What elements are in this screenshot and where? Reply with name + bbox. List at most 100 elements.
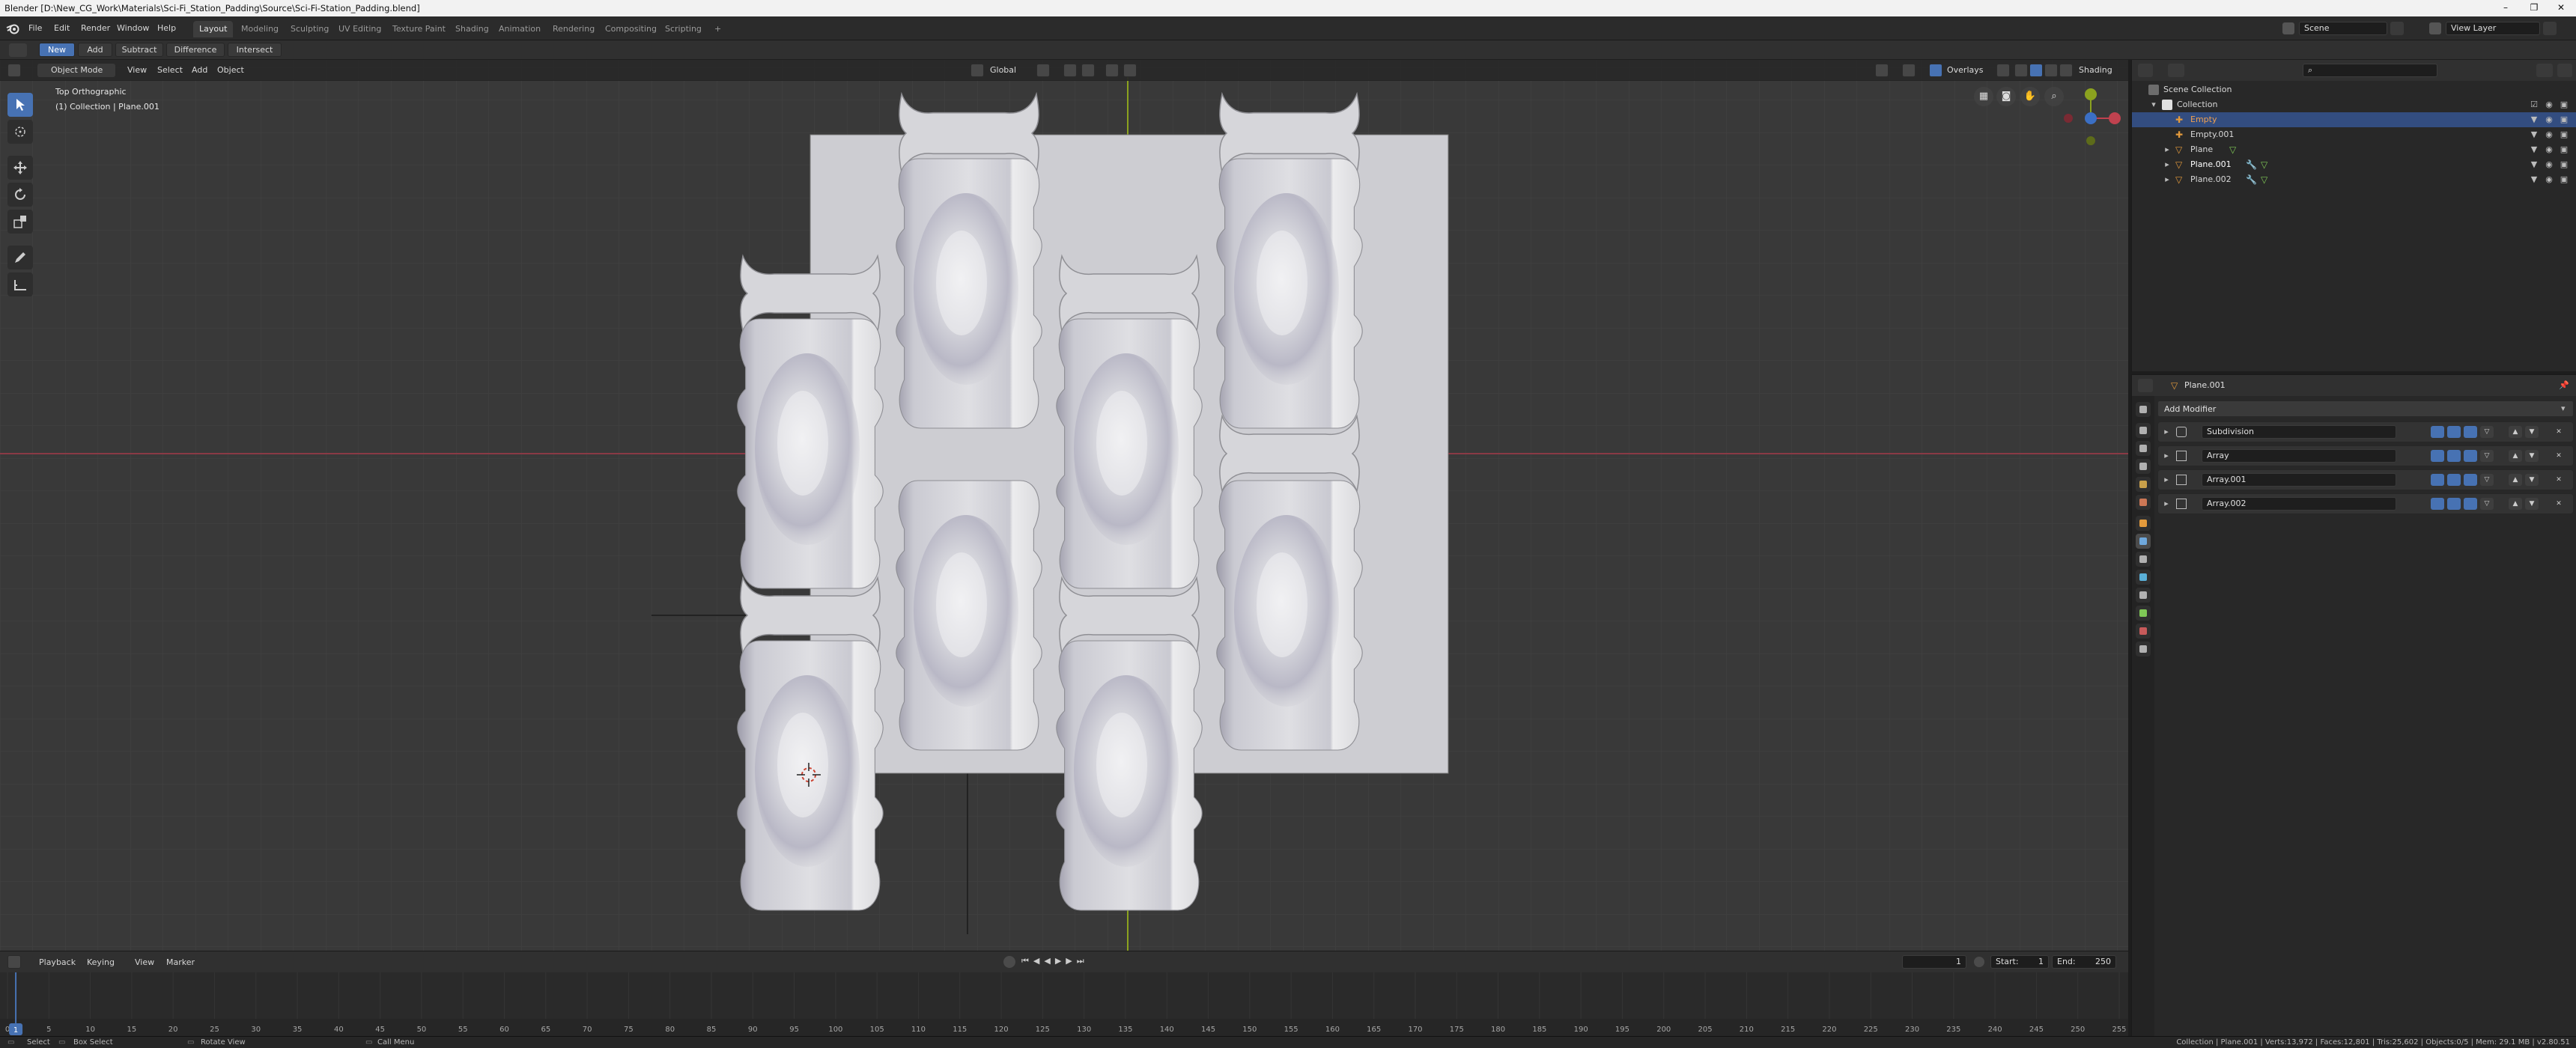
current-frame-field[interactable]: 1 xyxy=(1902,955,1966,969)
menu-file[interactable]: File xyxy=(28,23,42,33)
menu-window[interactable]: Window xyxy=(117,23,149,33)
expand-arrow-icon[interactable]: ▸ xyxy=(2162,174,2172,185)
move-up-icon[interactable]: ▲ xyxy=(2509,426,2522,438)
realtime-toggle-icon[interactable] xyxy=(2431,450,2444,462)
eye-icon[interactable]: ◉ xyxy=(2544,174,2554,185)
properties-panel[interactable]: ▽ Plane.001 📌 Add Modifier ▾ ▸ Subdivisi… xyxy=(2131,374,2576,1037)
editor-type-icon[interactable] xyxy=(7,64,21,77)
measure-tool[interactable] xyxy=(7,272,33,296)
properties-editor-type-icon[interactable] xyxy=(2138,379,2153,392)
filter-funnel-icon[interactable]: ▼ xyxy=(2529,174,2539,185)
filter-funnel-icon[interactable]: ▼ xyxy=(2529,144,2539,155)
editmode-toggle-icon[interactable] xyxy=(2464,426,2477,438)
falloff-icon[interactable] xyxy=(1123,64,1137,77)
eye-icon[interactable]: ◉ xyxy=(2544,115,2554,125)
editmode-toggle-icon[interactable] xyxy=(2464,474,2477,486)
move-tool[interactable] xyxy=(7,156,33,180)
modifier-array-002[interactable]: ▸ Array.002 ▽ ▲ ▼ ✕ xyxy=(2157,493,2574,514)
render-toggle-icon[interactable] xyxy=(2447,450,2461,462)
outliner-search-input[interactable]: ⌕ xyxy=(2303,64,2437,77)
tab-scene[interactable] xyxy=(2136,477,2151,492)
modifier-subdivision[interactable]: ▸ Subdivision ▽ ▲ ▼ ✕ xyxy=(2157,421,2574,442)
cage-toggle-icon[interactable]: ▽ xyxy=(2480,474,2494,486)
select-box-tool[interactable] xyxy=(7,93,33,117)
tab-texture-paint[interactable]: Texture Paint xyxy=(386,21,452,37)
render-toggle-icon[interactable] xyxy=(2447,498,2461,510)
modifier-wrench-icon[interactable]: 🔧 xyxy=(2246,174,2257,185)
snap-icon[interactable] xyxy=(1063,64,1077,77)
end-frame-field[interactable]: End: 250 xyxy=(2052,955,2116,969)
outliner-row-empty[interactable]: ✚ Empty ▼ ◉ ▣ xyxy=(2132,112,2576,127)
tab-rendering[interactable]: Rendering xyxy=(547,21,601,37)
menu-marker[interactable]: Marker xyxy=(166,957,195,967)
editmode-toggle-icon[interactable] xyxy=(2464,498,2477,510)
realtime-toggle-icon[interactable] xyxy=(2431,498,2444,510)
shading-solid-icon[interactable] xyxy=(2029,64,2043,77)
checkbox-icon[interactable]: ☑ xyxy=(2529,100,2539,110)
move-up-icon[interactable]: ▲ xyxy=(2509,450,2522,462)
render-toggle-icon[interactable] xyxy=(2447,426,2461,438)
shading-rendered-icon[interactable] xyxy=(2059,64,2073,77)
shading-wireframe-icon[interactable] xyxy=(2014,64,2028,77)
timeline-editor-type-icon[interactable] xyxy=(7,955,21,969)
scene-name-field[interactable]: Scene xyxy=(2299,22,2387,35)
cursor-tool[interactable] xyxy=(7,120,33,144)
new-view-layer-icon[interactable] xyxy=(2543,22,2557,35)
playback-controls[interactable]: ⏮◀◀▶▶⏭ xyxy=(1021,956,1104,968)
tab-particles[interactable] xyxy=(2136,552,2151,567)
menu-timeline-view[interactable]: View xyxy=(135,957,154,967)
camera-icon[interactable]: ▣ xyxy=(2559,174,2569,185)
outliner-row-scene-collection[interactable]: Scene Collection xyxy=(2132,82,2576,97)
move-down-icon[interactable]: ▼ xyxy=(2525,450,2539,462)
render-toggle-icon[interactable] xyxy=(2447,474,2461,486)
blender-logo-icon[interactable] xyxy=(6,22,19,34)
proportional-edit-icon[interactable] xyxy=(1105,64,1119,77)
pivot-icon[interactable] xyxy=(1036,64,1050,77)
remove-modifier-icon[interactable]: ✕ xyxy=(2552,498,2566,510)
tab-render[interactable] xyxy=(2136,423,2151,438)
tab-animation[interactable]: Animation xyxy=(493,21,547,37)
move-down-icon[interactable]: ▼ xyxy=(2525,498,2539,510)
add-modifier-dropdown[interactable]: Add Modifier ▾ xyxy=(2157,400,2574,417)
tab-modeling[interactable]: Modeling xyxy=(235,21,285,37)
menu-keying[interactable]: Keying xyxy=(87,957,115,967)
tab-layout[interactable]: Layout xyxy=(193,21,234,37)
viewport-canvas[interactable] xyxy=(0,60,2128,951)
clock-icon[interactable] xyxy=(1974,957,1984,967)
rotate-tool[interactable] xyxy=(7,183,33,207)
editmode-toggle-icon[interactable] xyxy=(2464,450,2477,462)
zoom-magnifier-icon[interactable]: ⌕ xyxy=(2044,87,2064,106)
display-mode-icon[interactable] xyxy=(2168,64,2184,77)
timeline-track[interactable]: 0 5 10 15 20 25 30 35 40 45 50 55 60 65 70 75 80 85 90 95 10… xyxy=(0,972,2128,1037)
outliner-row-plane-001[interactable]: ▸ ▽ Plane.001 🔧 ▽ ▼ ◉ ▣ xyxy=(2132,157,2576,172)
menu-edit[interactable]: Edit xyxy=(54,23,70,33)
move-up-icon[interactable]: ▲ xyxy=(2509,474,2522,486)
bool-add-button[interactable]: Add xyxy=(78,43,112,57)
menu-playback[interactable]: Playback xyxy=(39,957,76,967)
tab-modifiers[interactable] xyxy=(2136,534,2151,549)
filter-funnel-icon[interactable]: ▼ xyxy=(2529,115,2539,125)
bool-new-button[interactable]: New xyxy=(39,43,75,57)
move-down-icon[interactable]: ▼ xyxy=(2525,474,2539,486)
mesh-data-icon[interactable]: ▽ xyxy=(2229,144,2240,155)
cage-toggle-icon[interactable]: ▽ xyxy=(2480,498,2494,510)
maximize-button[interactable]: ❐ xyxy=(2519,0,2549,16)
tab-output[interactable] xyxy=(2136,441,2151,456)
tab-world[interactable] xyxy=(2136,495,2151,510)
cage-toggle-icon[interactable]: ▽ xyxy=(2480,426,2494,438)
eye-icon[interactable]: ◉ xyxy=(2544,144,2554,155)
eye-icon[interactable]: ◉ xyxy=(2544,159,2554,170)
tab-scripting[interactable]: Scripting xyxy=(659,21,708,37)
tab-physics[interactable] xyxy=(2136,570,2151,585)
orientation-icon[interactable] xyxy=(970,64,984,77)
bool-difference-button[interactable]: Difference xyxy=(166,43,225,57)
menu-view[interactable]: View xyxy=(127,65,147,75)
camera-icon[interactable]: ▣ xyxy=(2559,144,2569,155)
annotate-tool[interactable] xyxy=(7,246,33,269)
view-object-types-icon[interactable] xyxy=(1875,64,1889,77)
tab-view-layer[interactable] xyxy=(2136,459,2151,474)
tab-object-data[interactable] xyxy=(2136,606,2151,621)
new-scene-icon[interactable] xyxy=(2390,22,2404,35)
shading-material-icon[interactable] xyxy=(2044,64,2058,77)
shading-dropdown[interactable]: Shading xyxy=(2079,65,2112,75)
